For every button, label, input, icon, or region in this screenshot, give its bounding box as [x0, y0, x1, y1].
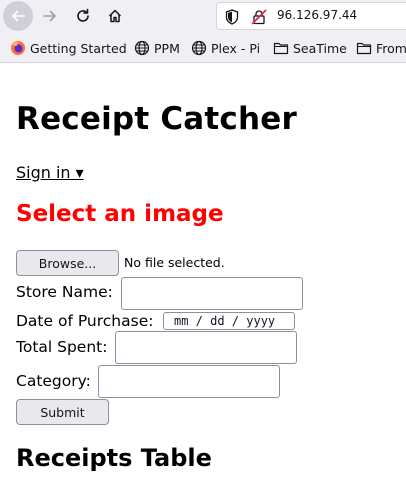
page-title: Receipt Catcher [16, 101, 297, 137]
bookmark-ppm[interactable]: PPM [134, 39, 180, 57]
bookmark-getting-started[interactable]: Getting Started [10, 39, 127, 57]
file-status: No file selected. [124, 255, 225, 270]
url-text[interactable]: 96.126.97.44 [277, 8, 357, 22]
folder-icon [273, 42, 289, 55]
firefox-icon [11, 41, 25, 55]
globe-icon [191, 40, 207, 56]
bookmarks-bar: Getting Started PPM Plex - Pi SeaTime Fr… [0, 33, 406, 63]
receipts-table-heading: Receipts Table [16, 444, 212, 472]
home-button[interactable] [100, 1, 130, 31]
purchase-date-input[interactable]: mm / dd / yyyy [163, 312, 295, 330]
bookmark-label: Plex - Pi [211, 40, 261, 56]
insecure-lock-icon[interactable] [251, 9, 267, 25]
bookmark-label: PPM [154, 40, 180, 56]
bookmark-from[interactable]: From [356, 39, 406, 57]
bookmark-seatime[interactable]: SeaTime [273, 39, 347, 57]
total-spent-label: Total Spent: [16, 338, 108, 356]
store-name-input[interactable] [121, 277, 303, 310]
bookmark-label: SeaTime [293, 40, 347, 56]
reload-button[interactable] [68, 1, 98, 31]
bookmark-label: Getting Started [30, 40, 127, 56]
store-name-label: Store Name: [16, 283, 113, 301]
total-spent-input[interactable] [115, 331, 297, 364]
globe-icon [134, 40, 150, 56]
submit-button[interactable]: Submit [16, 399, 109, 425]
browser-toolbar: 96.126.97.44 [0, 0, 406, 33]
category-label: Category: [16, 372, 91, 390]
folder-icon [356, 42, 372, 55]
forward-button[interactable] [35, 1, 65, 31]
shield-icon[interactable] [225, 9, 239, 25]
arrow-right-icon [43, 10, 56, 22]
sign-in-dropdown[interactable]: Sign in ▾ [16, 163, 84, 182]
reload-icon [77, 8, 89, 22]
bookmark-plex-pi[interactable]: Plex - Pi [191, 39, 260, 57]
url-bar[interactable]: 96.126.97.44 [216, 2, 406, 30]
arrow-left-icon [12, 10, 25, 22]
purchase-date-label: Date of Purchase: [16, 312, 154, 330]
category-input[interactable] [98, 365, 280, 398]
home-icon [108, 9, 122, 23]
bookmark-label: From [376, 40, 406, 56]
page-content: Receipt Catcher Sign in ▾ Select an imag… [0, 63, 406, 492]
browse-button[interactable]: Browse... [16, 250, 119, 276]
select-image-heading: Select an image [16, 201, 224, 227]
back-button[interactable] [3, 1, 33, 31]
